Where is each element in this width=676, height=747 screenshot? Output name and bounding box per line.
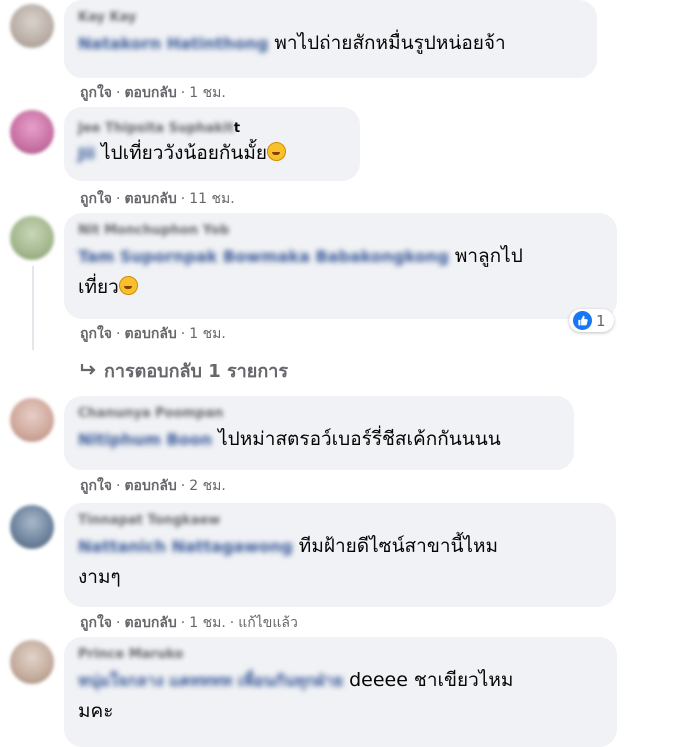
comment-body-line2: มคะ (78, 700, 114, 722)
timestamp[interactable]: 1 ชม. (189, 326, 226, 342)
comment-body: deeee ชาเขียวไหม (349, 669, 514, 691)
comment-author[interactable]: Chanunya Poompan (78, 404, 560, 424)
comment-body: พาไปถ่ายสักหมื่นรูปหน่อยจ้า (274, 32, 506, 54)
comment-bubble: Nit Monchuphon Yob Tam Supornpak Bowmaka… (64, 213, 617, 319)
comment-actions: ถูกใจ · ตอบกลับ · 1 ชม. (80, 82, 226, 104)
rofl-emoji-icon (267, 142, 287, 161)
comment-bubble: Tinnapat Tongkaew Nattanich Nattagawong … (64, 503, 616, 607)
timestamp[interactable]: 11 ชม. (189, 191, 234, 207)
comment-author[interactable]: Prince Maruko (78, 645, 603, 665)
comment-text: หนุ่มใจกลาง แคทททท เพื่อนกันทุกฝ่าย deee… (78, 665, 603, 726)
separator-dot: · (116, 615, 121, 631)
avatar[interactable] (10, 398, 54, 442)
like-link[interactable]: ถูกใจ (80, 478, 112, 494)
comment-bubble: Chanunya Poompan Nitiphum Boon ไปหม่าสตร… (64, 396, 574, 470)
comment-author[interactable]: Kay Kay (78, 8, 583, 28)
separator-dot: · (116, 85, 121, 101)
reply-link[interactable]: ตอบกลับ (124, 615, 176, 631)
comment-actions: ถูกใจ · ตอบกลับ · 1 ชม. · แก้ไขแล้ว (80, 612, 298, 634)
timestamp[interactable]: 2 ชม. (189, 478, 226, 494)
separator-dot: · (116, 191, 121, 207)
reply-link[interactable]: ตอบกลับ (124, 326, 176, 342)
comment-text: Tam Supornpak Bowmaka Babakongkong พาลูก… (78, 241, 603, 302)
like-link[interactable]: ถูกใจ (80, 85, 112, 101)
comment-body: ทีมฝ้ายดีไซน์สาขานี้ไหม (298, 535, 499, 557)
comment-text: Natakorn Hatinthong พาไปถ่ายสักหมื่นรูปห… (78, 28, 583, 59)
mention-link[interactable]: Nitiphum Boon (78, 425, 212, 455)
comment-text: Jii ไปเที่ยววังน้อยกันมั้ย (78, 139, 346, 168)
avatar[interactable] (10, 4, 54, 48)
separator-dot: · (116, 326, 121, 342)
comment-author[interactable]: Jee Thipsita Suphakitt (78, 119, 346, 139)
avatar[interactable] (10, 110, 54, 154)
edited-label[interactable]: แก้ไขแล้ว (238, 615, 298, 631)
comment-body: ไปเที่ยววังน้อยกันมั้ย (100, 142, 268, 164)
mention-link[interactable]: Jii (78, 140, 95, 168)
comment-actions: ถูกใจ · ตอบกลับ · 2 ชม. (80, 475, 226, 497)
replies-label: การตอบกลับ 1 รายการ (104, 361, 289, 382)
comment-author[interactable]: Tinnapat Tongkaew (78, 511, 602, 531)
separator-dot: · (180, 326, 186, 342)
like-link[interactable]: ถูกใจ (80, 615, 112, 631)
like-thumb-icon (573, 311, 592, 330)
comment-body-line2: เที่ยว (78, 276, 119, 298)
separator-dot: · (229, 615, 235, 631)
like-link[interactable]: ถูกใจ (80, 191, 112, 207)
reply-link[interactable]: ตอบกลับ (124, 478, 176, 494)
like-link[interactable]: ถูกใจ (80, 326, 112, 342)
reaction-summary[interactable]: 1 (569, 309, 614, 332)
comment-actions: ถูกใจ · ตอบกลับ · 11 ชม. (80, 188, 235, 210)
comment-author[interactable]: Nit Monchuphon Yob (78, 221, 603, 241)
mention-link[interactable]: Tam Supornpak Bowmaka Babakongkong (78, 242, 449, 272)
reply-thread-line (32, 266, 34, 350)
comment-text: Nitiphum Boon ไปหม่าสตรอว์เบอร์รี่ชีสเค้… (78, 424, 560, 455)
comment-text: Nattanich Nattagawong ทีมฝ้ายดีไซน์สาขาน… (78, 531, 602, 592)
reply-arrow-icon (80, 361, 98, 382)
comment-body-line2: งามๆ (78, 566, 121, 588)
avatar[interactable] (10, 505, 54, 549)
separator-dot: · (116, 478, 121, 494)
separator-dot: · (180, 478, 186, 494)
avatar[interactable] (10, 216, 54, 260)
reply-link[interactable]: ตอบกลับ (124, 85, 176, 101)
comment-bubble: Prince Maruko หนุ่มใจกลาง แคทททท เพื่อนก… (64, 637, 617, 747)
comment-bubble: Kay Kay Natakorn Hatinthong พาไปถ่ายสักห… (64, 0, 597, 78)
comment-actions: ถูกใจ · ตอบกลับ · 1 ชม. (80, 323, 226, 345)
comment-body: ไปหม่าสตรอว์เบอร์รี่ชีสเค้กกันนนน (218, 428, 501, 450)
avatar[interactable] (10, 640, 54, 684)
rofl-emoji-icon (118, 276, 138, 295)
separator-dot: · (180, 615, 186, 631)
timestamp[interactable]: 1 ชม. (189, 85, 226, 101)
reaction-count: 1 (596, 311, 606, 330)
mention-link[interactable]: Nattanich Nattagawong (78, 532, 293, 562)
reply-link[interactable]: ตอบกลับ (124, 191, 176, 207)
timestamp[interactable]: 1 ชม. (189, 615, 226, 631)
comment-body: พาลูกไป (454, 245, 523, 267)
comment-bubble: Jee Thipsita Suphakitt Jii ไปเที่ยววังน้… (64, 107, 360, 181)
mention-link[interactable]: Natakorn Hatinthong (78, 29, 268, 59)
view-replies-link[interactable]: การตอบกลับ 1 รายการ (80, 356, 288, 385)
separator-dot: · (180, 191, 186, 207)
separator-dot: · (180, 85, 186, 101)
mention-link[interactable]: หนุ่มใจกลาง แคทททท เพื่อนกันทุกฝ่าย (78, 666, 343, 696)
